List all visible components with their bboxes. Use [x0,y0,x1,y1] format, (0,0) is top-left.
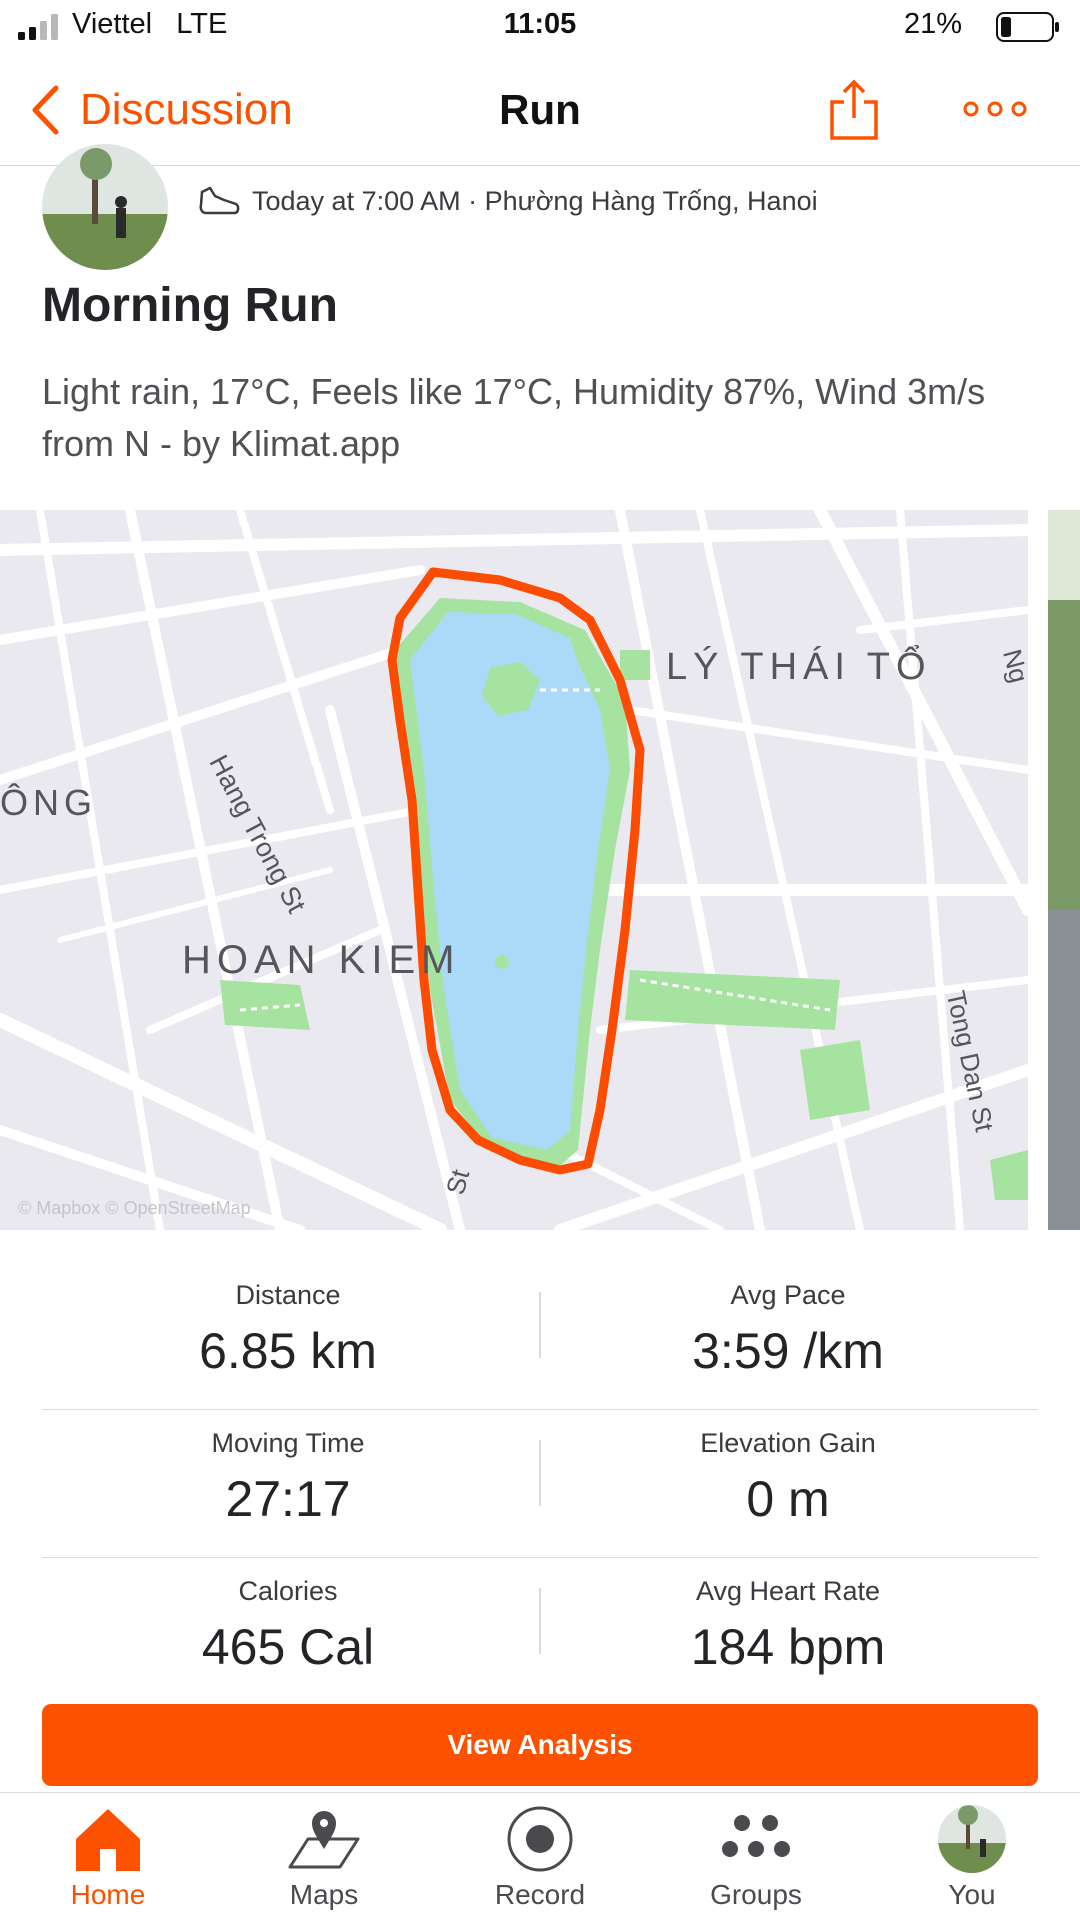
stat-distance: Distance 6.85 km [38,1280,538,1380]
tab-groups[interactable]: Groups [648,1793,864,1920]
map-label-ly-thai-to: LÝ THÁI TỔ [666,646,932,688]
stat-value: 465 Cal [201,1619,375,1675]
activity-date-location: Today at 7:00 AM · Phường Hàng Trống, Ha… [252,185,818,216]
stat-value: 0 m [746,1471,830,1527]
tab-label: Home [70,1879,146,1910]
battery-percent: 21% [903,8,962,40]
tab-label: You [948,1879,996,1910]
stat-value: 6.85 km [199,1323,377,1379]
stat-moving-time: Moving Time 27:17 [38,1428,538,1528]
tab-bar: Home Maps Record Groups You [0,1792,1080,1920]
status-bar: Viettel LTE 11:05 21% [0,0,1080,54]
tab-label: Groups [710,1879,802,1910]
map-pin-icon [288,1811,360,1869]
shoe-icon [199,186,240,215]
stat-value: 3:59 /km [692,1323,884,1379]
record-icon [507,1806,573,1872]
activity-title: Morning Run [42,279,338,332]
stat-elevation-gain: Elevation Gain 0 m [538,1428,1038,1528]
stat-label: Calories [238,1576,338,1606]
athlete-avatar[interactable] [42,144,168,270]
activity-description: Light rain, 17°C, Feels like 17°C, Humid… [42,371,986,464]
tab-label: Record [494,1879,586,1910]
stats-grid: Distance 6.85 km Avg Pace 3:59 /km Movin… [42,1262,1038,1706]
share-icon[interactable] [826,78,882,142]
stat-value: 184 bpm [690,1619,886,1675]
map-label-ong: ÔNG [0,782,98,823]
page-title: Run [499,86,581,133]
tab-you[interactable]: You [864,1793,1080,1920]
stat-label: Avg Pace [730,1280,846,1310]
stat-calories: Calories 465 Cal [38,1576,538,1676]
profile-avatar [938,1805,1006,1873]
stat-label: Elevation Gain [700,1428,876,1458]
stat-label: Moving Time [211,1428,365,1458]
view-analysis-button[interactable]: View Analysis [42,1704,1038,1786]
groups-icon [722,1815,790,1857]
tab-label: Maps [289,1879,359,1910]
battery-icon [996,12,1059,42]
tab-record[interactable]: Record [432,1793,648,1920]
tab-home[interactable]: Home [0,1793,216,1920]
more-icon[interactable] [962,98,1028,120]
map-attribution[interactable]: © Mapbox © OpenStreetMap [18,1198,251,1219]
stat-row: Calories 465 Cal Avg Heart Rate 184 bpm [42,1558,1038,1706]
stat-label: Distance [235,1280,341,1310]
nav-bar: Discussion Run [0,54,1080,166]
route-map[interactable]: LÝ THÁI TỔ Hang Trong St ÔNG HOAN KIEM T… [0,510,1028,1230]
home-icon [76,1809,140,1871]
activity-meta: Today at 7:00 AM · Phường Hàng Trống, Ha… [198,184,818,218]
stat-row: Moving Time 27:17 Elevation Gain 0 m [42,1410,1038,1558]
map-canvas [0,510,1028,1230]
activity-photo-peek[interactable] [1048,510,1080,1230]
stat-avg-heart-rate: Avg Heart Rate 184 bpm [538,1576,1038,1676]
map-label-hoan-kiem: HOAN KIEM [182,938,461,982]
tab-maps[interactable]: Maps [216,1793,432,1920]
stat-label: Avg Heart Rate [695,1576,881,1606]
stat-row: Distance 6.85 km Avg Pace 3:59 /km [42,1262,1038,1410]
stat-avg-pace: Avg Pace 3:59 /km [538,1280,1038,1380]
stat-value: 27:17 [225,1471,351,1527]
